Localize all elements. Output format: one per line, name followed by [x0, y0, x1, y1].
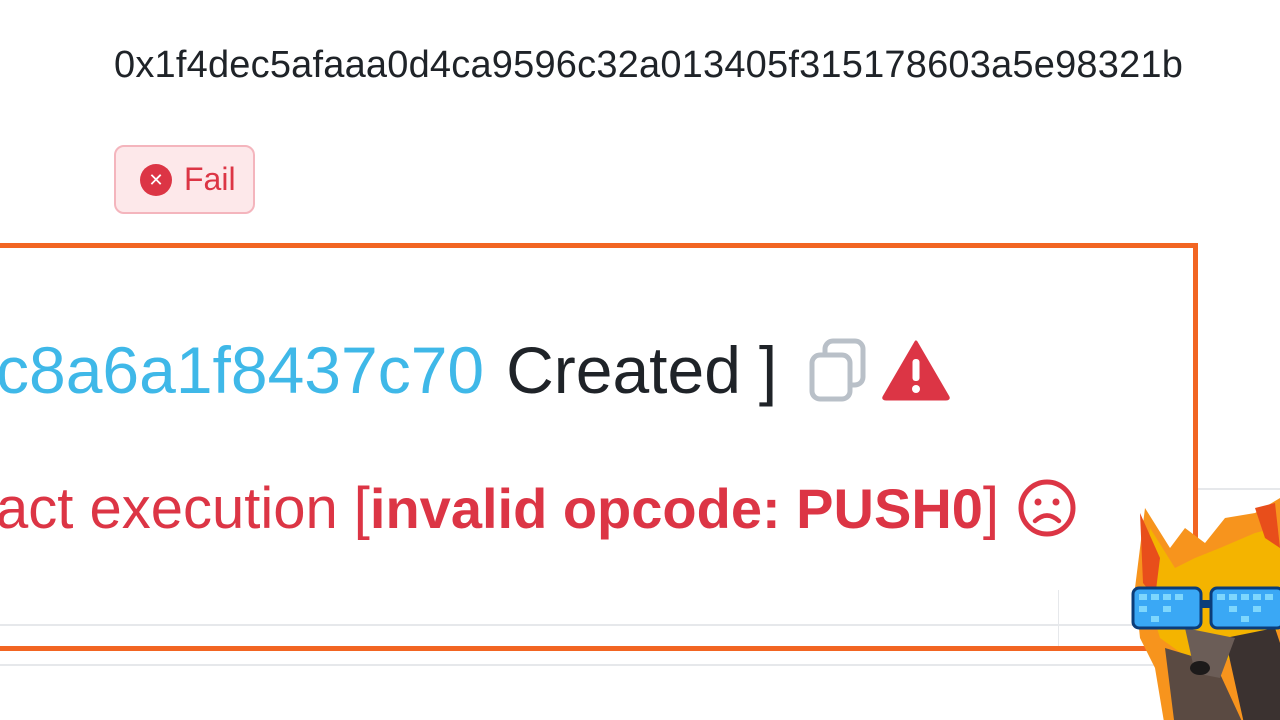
created-label: Created — [506, 333, 741, 407]
contract-created-row: c8a6a1f8437c70 Created ] — [0, 330, 951, 410]
error-bracket-open: [ — [353, 475, 370, 541]
error-prefix: act execution — [0, 475, 338, 541]
contract-address-link[interactable]: c8a6a1f8437c70 — [0, 332, 484, 408]
transaction-hash[interactable]: 0x1f4dec5afaaa0d4ca9596c32a013405f315178… — [114, 44, 1183, 87]
error-detail: invalid opcode: PUSH0 — [369, 476, 983, 540]
fox-avatar — [1125, 488, 1280, 720]
page: 0x1f4dec5afaaa0d4ca9596c32a013405f315178… — [0, 0, 1280, 720]
x-circle-icon: ✕ — [140, 163, 172, 196]
status-label: Fail — [184, 161, 236, 197]
warning-triangle-icon — [881, 339, 951, 401]
created-bracket: ] — [758, 333, 778, 407]
sad-face-icon — [1017, 478, 1077, 538]
highlight-panel — [0, 243, 1198, 651]
copy-icon[interactable] — [807, 337, 869, 403]
error-bracket-close: ] — [982, 475, 1000, 541]
status-badge: ✕ Fail — [114, 145, 255, 214]
error-message-row: act execution [ invalid opcode: PUSH0 ] — [0, 468, 1077, 548]
divider — [0, 664, 1280, 666]
